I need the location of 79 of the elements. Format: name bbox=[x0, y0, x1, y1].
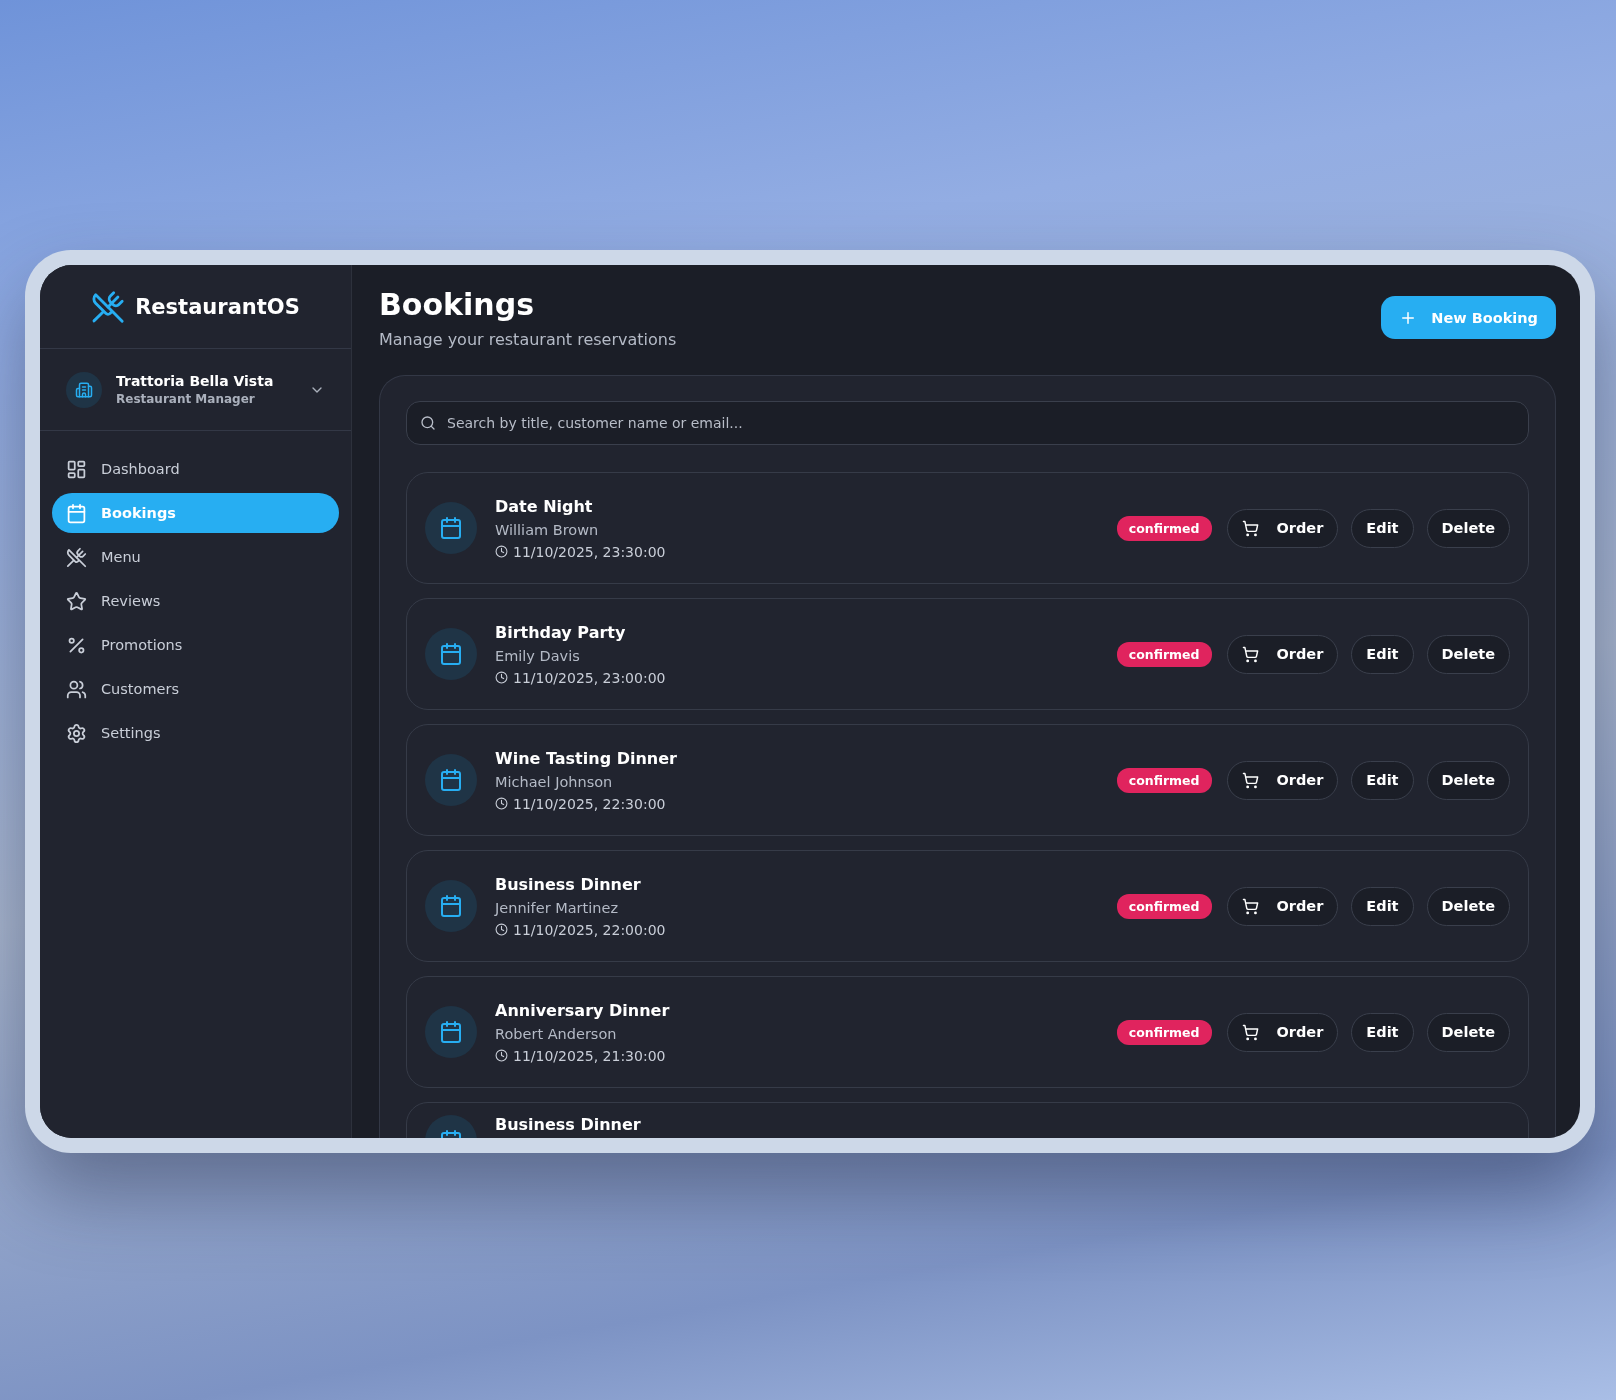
delete-button[interactable]: Delete bbox=[1426, 1012, 1510, 1052]
nav-item[interactable]: Settings bbox=[52, 713, 339, 753]
customer-name: Michael Johnson bbox=[495, 773, 614, 790]
cart-icon bbox=[1241, 519, 1259, 537]
edit-button[interactable]: Edit bbox=[1351, 760, 1414, 800]
booking-time: 11/10/2025, 23:00:00 bbox=[513, 669, 666, 686]
clock-icon bbox=[495, 671, 508, 684]
status-badge: confirmed bbox=[1116, 1019, 1212, 1045]
customer-name: Robert Anderson bbox=[495, 1025, 618, 1042]
calendar-icon bbox=[425, 1006, 477, 1058]
booking-card[interactable]: Business Dinner bbox=[406, 1102, 1529, 1138]
clock-icon bbox=[495, 797, 508, 810]
order-button[interactable]: Order bbox=[1226, 634, 1339, 674]
booking-card[interactable]: Wine Tasting Dinner Michael Johnson 11/10/2025, 22:30:00 confirmed Order Edit Delete bbox=[406, 724, 1529, 836]
calendar-icon bbox=[425, 754, 477, 806]
utensils-icon bbox=[66, 546, 87, 568]
edit-button[interactable]: Edit bbox=[1351, 886, 1414, 926]
dashboard-icon bbox=[66, 458, 87, 480]
booking-time: 11/10/2025, 21:30:00 bbox=[513, 1047, 666, 1064]
booking-card[interactable]: Business Dinner Jennifer Martinez 11/10/2025, 22:00:00 confirmed Order Edit Delete bbox=[406, 850, 1529, 962]
users-icon bbox=[66, 678, 87, 700]
calendar-icon bbox=[66, 502, 87, 524]
booking-card[interactable]: Anniversary Dinner Robert Anderson 11/10/2025, 21:30:00 confirmed Order Edit Delete bbox=[406, 976, 1529, 1088]
status-badge: confirmed bbox=[1116, 893, 1212, 919]
star-icon bbox=[66, 590, 87, 612]
booking-time: 11/10/2025, 22:00:00 bbox=[513, 921, 666, 938]
clock-icon bbox=[495, 1049, 508, 1062]
cart-icon bbox=[1241, 897, 1259, 915]
booking-title: Business Dinner bbox=[495, 1115, 642, 1134]
booking-title: Birthday Party bbox=[495, 622, 627, 642]
booking-card[interactable]: Birthday Party Emily Davis 11/10/2025, 23:00:00 confirmed Order Edit Delete bbox=[406, 598, 1529, 710]
booking-title: Business Dinner bbox=[495, 874, 642, 894]
edit-button[interactable]: Edit bbox=[1351, 1012, 1414, 1052]
delete-button[interactable]: Delete bbox=[1426, 634, 1510, 674]
edit-button[interactable]: Edit bbox=[1351, 634, 1414, 674]
settings-icon bbox=[66, 722, 87, 744]
edit-button[interactable]: Edit bbox=[1351, 508, 1414, 548]
cart-icon bbox=[1241, 771, 1259, 789]
search-icon bbox=[420, 415, 436, 431]
status-badge: confirmed bbox=[1116, 515, 1212, 541]
search-field[interactable]: Search by title, customer name or email... bbox=[406, 401, 1529, 445]
customer-name: Jennifer Martinez bbox=[495, 899, 619, 916]
clock-icon bbox=[495, 545, 508, 558]
order-button[interactable]: Order bbox=[1226, 760, 1339, 800]
page-subtitle: Manage your restaurant reservations bbox=[379, 330, 677, 349]
nav-item[interactable]: Dashboard bbox=[52, 449, 339, 489]
building-icon bbox=[66, 371, 102, 408]
status-badge: confirmed bbox=[1116, 641, 1212, 667]
cart-icon bbox=[1241, 1023, 1259, 1041]
order-button[interactable]: Order bbox=[1226, 886, 1339, 926]
calendar-icon bbox=[425, 628, 477, 680]
utensils-logo-icon bbox=[91, 289, 126, 324]
restaurant-name: Trattoria Bella Vista bbox=[116, 373, 275, 389]
delete-button[interactable]: Delete bbox=[1426, 760, 1510, 800]
booking-time: 11/10/2025, 22:30:00 bbox=[513, 795, 666, 812]
booking-time: 11/10/2025, 23:30:00 bbox=[513, 543, 666, 560]
calendar-icon bbox=[425, 502, 477, 554]
clock-icon bbox=[495, 923, 508, 936]
customer-name: William Brown bbox=[495, 521, 600, 538]
booking-card[interactable]: Date Night William Brown 11/10/2025, 23:30:00 confirmed Order Edit Delete bbox=[406, 472, 1529, 584]
delete-button[interactable]: Delete bbox=[1426, 886, 1510, 926]
booking-title: Date Night bbox=[495, 496, 594, 516]
order-button[interactable]: Order bbox=[1226, 1012, 1339, 1052]
order-button[interactable]: Order bbox=[1226, 508, 1339, 548]
calendar-icon bbox=[425, 880, 477, 932]
delete-button[interactable]: Delete bbox=[1426, 508, 1510, 548]
booking-title: Wine Tasting Dinner bbox=[495, 748, 678, 768]
brand-name: RestaurantOS bbox=[135, 294, 300, 319]
cart-icon bbox=[1241, 645, 1259, 663]
page-title: Bookings bbox=[379, 287, 535, 322]
user-role: Restaurant Manager bbox=[116, 392, 256, 406]
status-badge: confirmed bbox=[1116, 767, 1212, 793]
nav-item[interactable]: Reviews bbox=[52, 581, 339, 621]
nav-item[interactable]: Promotions bbox=[52, 625, 339, 665]
booking-title: Anniversary Dinner bbox=[495, 1000, 671, 1020]
customer-name: Emily Davis bbox=[495, 647, 581, 664]
restaurant-selector[interactable]: Trattoria Bella Vista Restaurant Manager bbox=[40, 349, 351, 431]
nav-item[interactable]: Customers bbox=[52, 669, 339, 709]
nav-item[interactable]: Menu bbox=[52, 537, 339, 577]
